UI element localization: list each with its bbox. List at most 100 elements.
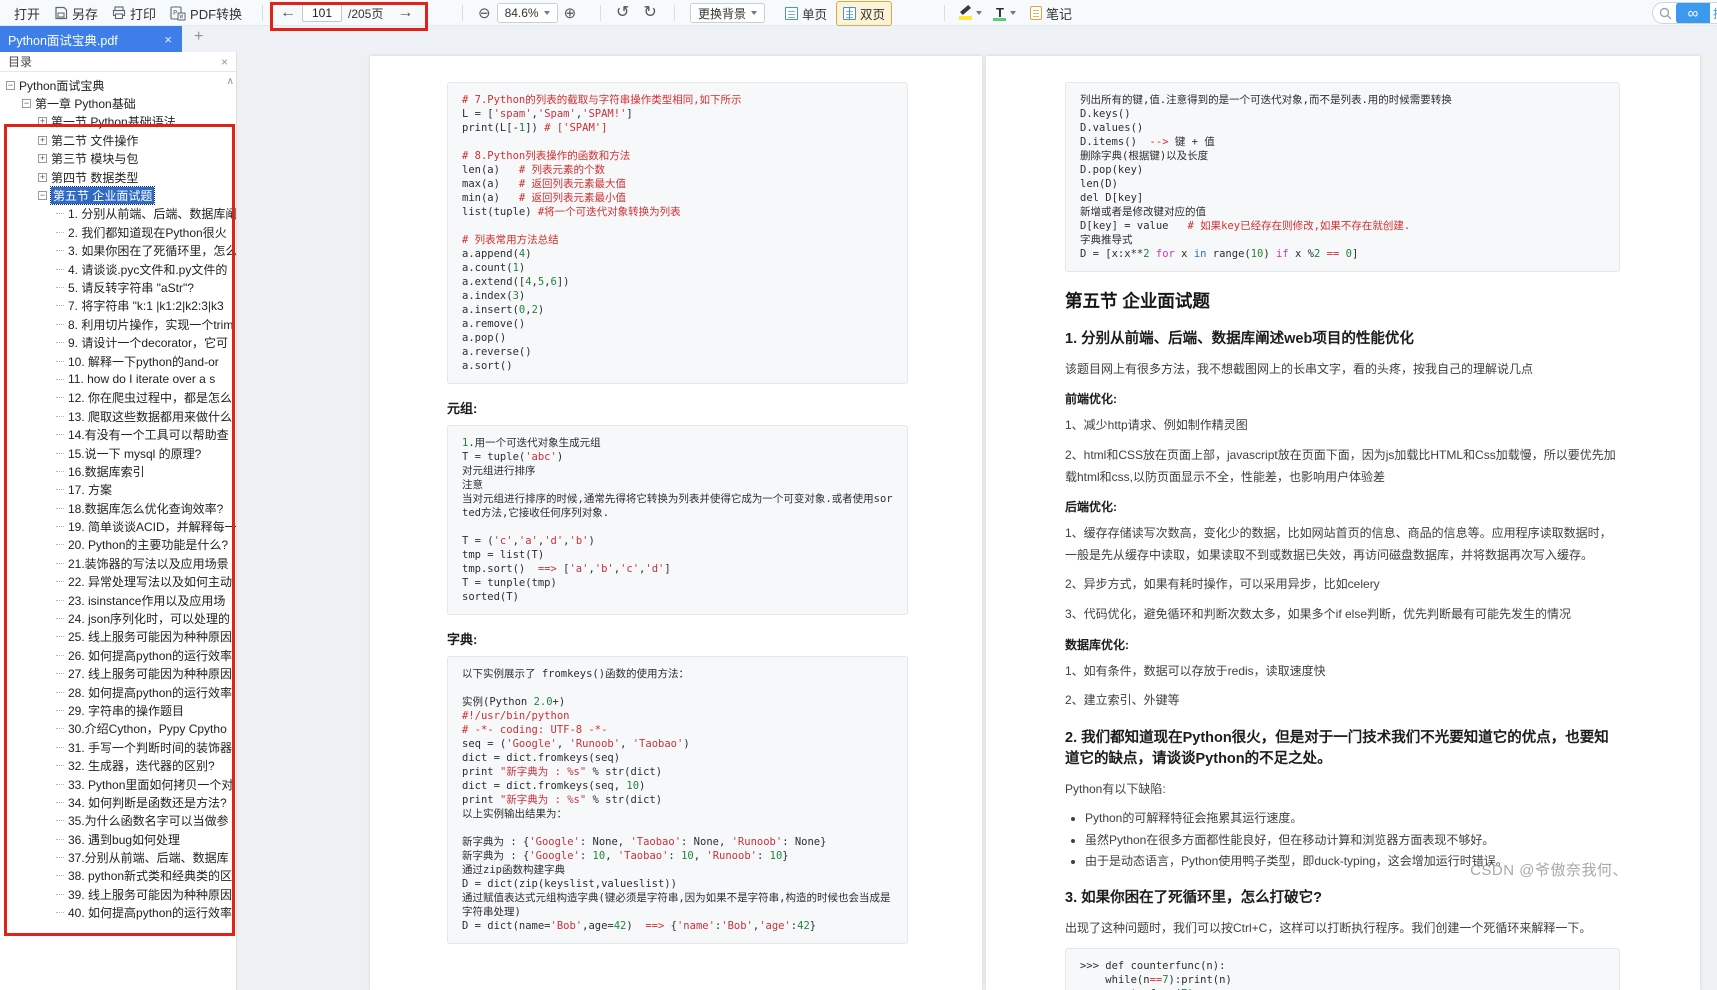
tree-connector: [56, 618, 64, 620]
toc-item-label: 12. 你在爬虫过程中，都是怎么: [68, 391, 233, 406]
paragraph: 2、html和CSS放在页面上部，javascript放在页面下面，因为js加载…: [1065, 447, 1616, 484]
toc-item[interactable]: 19. 简单谈谈ACID，并解释每一: [0, 517, 236, 535]
toc-item[interactable]: 12. 你在爬虫过程中，都是怎么: [0, 389, 236, 407]
next-page-button[interactable]: →: [397, 5, 413, 21]
toc-item-label: 38. python新式类和经典类的区: [68, 869, 233, 884]
notes-button[interactable]: 笔记: [1026, 2, 1076, 25]
toc-item[interactable]: 1. 分别从前端、后端、数据库阐: [0, 205, 236, 223]
toc-item[interactable]: 25. 线上服务可能因为种种原因: [0, 628, 236, 646]
redo-button[interactable]: ↻: [643, 5, 656, 21]
toc-item[interactable]: 22. 异常处理写法以及如何主动: [0, 573, 236, 591]
toc-item[interactable]: 3. 如果你困在了死循环里，怎么: [0, 242, 236, 260]
open-button[interactable]: 打开: [10, 2, 44, 25]
sidebar-close-icon[interactable]: ×: [221, 55, 228, 69]
expand-icon[interactable]: +: [38, 117, 47, 127]
print-label: 打印: [130, 6, 157, 22]
change-background-button[interactable]: 更换背景: [690, 3, 766, 23]
double-page-button[interactable]: 双页: [836, 0, 893, 26]
tab-close-icon[interactable]: ×: [162, 32, 174, 47]
toc-item[interactable]: 26. 如何提高python的运行效率: [0, 646, 236, 664]
toc-item-label: 3. 如果你困在了死循环里，怎么: [68, 244, 236, 259]
toc-item[interactable]: + 第三节 模块与包: [0, 150, 236, 168]
chevron-down-icon: [1010, 11, 1016, 15]
toc-item[interactable]: 8. 利用切片操作，实现一个trim: [0, 315, 236, 333]
toc-item[interactable]: 13. 爬取这些数据都用来做什么: [0, 407, 236, 425]
toc-item[interactable]: 4. 请谈谈.pyc文件和.py文件的: [0, 260, 236, 278]
code-line: len(a) # 列表元素的个数: [462, 164, 606, 176]
toc-item[interactable]: 11. how do I iterate over a s: [0, 370, 236, 388]
highlighter-icon: [958, 5, 974, 21]
sidebar-header: 目录 ×: [0, 52, 236, 72]
toc-item[interactable]: 16.数据库索引: [0, 462, 236, 480]
toc-item[interactable]: + 第一节 Python基础语法: [0, 113, 236, 131]
toc-item[interactable]: 18.数据库怎么优化查询效率?: [0, 499, 236, 517]
paragraph: 出现了这种问题时，我们可以按Ctrl+C，这样可以打断执行程序。我们创建一个死循…: [1065, 920, 1592, 935]
toc-item[interactable]: + 第二节 文件操作: [0, 131, 236, 149]
toc-item[interactable]: 34. 如何判断是函数还是方法?: [0, 793, 236, 811]
toc-item[interactable]: 38. python新式类和经典类的区: [0, 867, 236, 885]
code-line: while(n==7):print(n): [1080, 973, 1232, 986]
toc-item[interactable]: − Python面试宝典: [0, 76, 236, 94]
expand-icon[interactable]: +: [38, 172, 47, 182]
search-box[interactable]: ∞ 搜: [1652, 2, 1717, 24]
toc-item[interactable]: 35.为什么函数名字可以当做参: [0, 812, 236, 830]
print-button[interactable]: 打印: [108, 2, 160, 25]
toc-item[interactable]: 14.有没有一个工具可以帮助查: [0, 425, 236, 443]
toc-item[interactable]: 30.介绍Cython，Pypy Cpytho: [0, 720, 236, 738]
undo-button[interactable]: ↺: [616, 5, 629, 21]
toc-item[interactable]: − 第一章 Python基础: [0, 94, 236, 112]
toc-item[interactable]: 33. Python里面如何拷贝一个对: [0, 775, 236, 793]
page-number-input[interactable]: [302, 4, 342, 22]
toc-item[interactable]: 9. 请设计一个decorator，它可: [0, 333, 236, 351]
toc-item[interactable]: 15.说一下 mysql 的原理?: [0, 444, 236, 462]
highlighter-button[interactable]: [958, 5, 982, 21]
code-line: D.keys(): [1080, 108, 1131, 120]
toc-item-label: 24. json序列化时，可以处理的: [68, 612, 231, 627]
collapse-icon[interactable]: −: [6, 80, 15, 90]
toc-item[interactable]: 24. json序列化时，可以处理的: [0, 609, 236, 627]
previous-page-button[interactable]: ←: [280, 5, 296, 21]
toc-item[interactable]: + 第四节 数据类型: [0, 168, 236, 186]
code-line: # 列表常用方法总结: [462, 234, 559, 246]
paragraph: 1、减少http请求、例如制作精灵图: [1065, 418, 1248, 433]
expand-icon[interactable]: +: [38, 135, 47, 145]
toc-item[interactable]: − 第五节 企业面试题: [0, 186, 236, 206]
toc-scroll-up-icon[interactable]: ∧: [227, 76, 234, 87]
toc-item[interactable]: 29. 字符串的操作题目: [0, 701, 236, 719]
toc-item[interactable]: 2. 我们都知道现在Python很火: [0, 223, 236, 241]
toc-item[interactable]: 21.装饰器的写法以及应用场景: [0, 554, 236, 572]
single-page-icon: [785, 6, 798, 20]
collapse-icon[interactable]: −: [38, 191, 47, 201]
toc-item[interactable]: 23. isinstance作用以及应用场: [0, 591, 236, 609]
link-search-button[interactable]: ∞: [1676, 3, 1710, 23]
zoom-out-button[interactable]: ⊖: [478, 6, 491, 21]
tree-connector: [56, 599, 64, 601]
pdf-convert-button[interactable]: PW PDF转换: [166, 2, 246, 25]
toc-item[interactable]: 17. 方案: [0, 481, 236, 499]
zoom-level-select[interactable]: 84.6%: [496, 3, 558, 23]
save-as-button[interactable]: 另存: [50, 2, 102, 25]
toc-item[interactable]: 20. Python的主要功能是什么?: [0, 536, 236, 554]
document-tab[interactable]: Python面试宝典.pdf ×: [0, 26, 182, 52]
toc-item-label: 31. 手写一个判断时间的装饰器: [68, 740, 233, 755]
toc-item[interactable]: 7. 将字符串 "k:1 |k1:2|k2:3|k3: [0, 297, 236, 315]
code-line: T = ('c','a','d','b'): [462, 535, 595, 547]
toc-item[interactable]: 32. 生成器，迭代器的区别?: [0, 756, 236, 774]
text-highlight-button[interactable]: T: [992, 5, 1016, 21]
toc-item-label: 第四节 数据类型: [51, 170, 139, 185]
toc-item[interactable]: 27. 线上服务可能因为种种原因: [0, 665, 236, 683]
toc-item[interactable]: 40. 如何提高python的运行效率: [0, 904, 236, 922]
expand-icon[interactable]: +: [38, 154, 47, 164]
code-line: 列出所有的键,值.注意得到的是一个可迭代对象,而不是列表.用的时候需要转换: [1080, 94, 1452, 106]
toc-item[interactable]: 28. 如何提高python的运行效率: [0, 683, 236, 701]
new-tab-button[interactable]: +: [190, 28, 207, 46]
zoom-in-button[interactable]: ⊕: [564, 6, 577, 21]
toc-item[interactable]: 5. 请反转字符串 "aStr"?: [0, 278, 236, 296]
toc-item[interactable]: 36. 遇到bug如何处理: [0, 830, 236, 848]
toc-item[interactable]: 10. 解释一下python的and-or: [0, 352, 236, 370]
toc-item[interactable]: 39. 线上服务可能因为种种原因: [0, 885, 236, 903]
collapse-icon[interactable]: −: [22, 99, 31, 109]
toc-item[interactable]: 31. 手写一个判断时间的装饰器: [0, 738, 236, 756]
single-page-button[interactable]: 单页: [778, 1, 834, 26]
toc-item[interactable]: 37.分别从前端、后端、数据库: [0, 848, 236, 866]
